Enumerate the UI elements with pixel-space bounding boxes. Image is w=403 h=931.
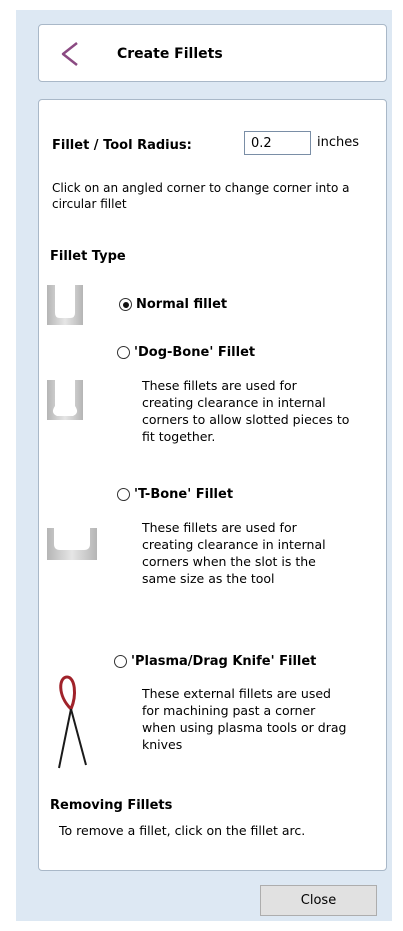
page-title: Create Fillets: [117, 46, 223, 62]
instructions-text: Click on an angled corner to change corn…: [52, 181, 350, 211]
dog-bone-fillet-radio[interactable]: [117, 346, 130, 359]
fillet-type-title: Fillet Type: [50, 249, 126, 264]
normal-fillet-radio[interactable]: [119, 298, 132, 311]
t-bone-fillet-option[interactable]: 'T-Bone' Fillet: [117, 487, 233, 502]
close-button[interactable]: Close: [260, 885, 377, 916]
dog-bone-fillet-icon: [47, 380, 83, 420]
normal-fillet-option[interactable]: Normal fillet: [119, 297, 227, 312]
plasma-fillet-icon: [58, 675, 87, 769]
radius-input[interactable]: [244, 131, 311, 155]
radius-unit: inches: [317, 135, 360, 150]
normal-fillet-label: Normal fillet: [136, 297, 228, 312]
dog-bone-fillet-label: 'Dog-Bone' Fillet: [134, 345, 256, 360]
plasma-fillet-radio[interactable]: [114, 655, 127, 668]
plasma-fillet-label: 'Plasma/Drag Knife' Fillet: [131, 654, 317, 669]
t-bone-fillet-label: 'T-Bone' Fillet: [134, 487, 234, 502]
back-arrow-icon: [61, 42, 78, 66]
t-bone-description: These fillets are used for creating clea…: [142, 520, 326, 586]
radius-label: Fillet / Tool Radius:: [52, 138, 192, 153]
back-button[interactable]: [57, 39, 87, 69]
removing-fillets-title: Removing Fillets: [50, 798, 173, 813]
fillet-options-card: Fillet / Tool Radius: inches Click on an…: [38, 99, 387, 871]
removing-fillets-text: To remove a fillet, click on the fillet …: [59, 823, 306, 838]
normal-fillet-icon: [47, 285, 83, 325]
dog-bone-fillet-option[interactable]: 'Dog-Bone' Fillet: [117, 345, 255, 360]
dog-bone-description: These fillets are used for creating clea…: [142, 378, 350, 444]
t-bone-fillet-icon: [47, 528, 97, 560]
t-bone-fillet-radio[interactable]: [117, 488, 130, 501]
plasma-description: These external fillets are used for mach…: [142, 686, 347, 752]
plasma-fillet-option[interactable]: 'Plasma/Drag Knife' Fillet: [114, 654, 316, 669]
panel-header: Create Fillets: [38, 24, 387, 82]
